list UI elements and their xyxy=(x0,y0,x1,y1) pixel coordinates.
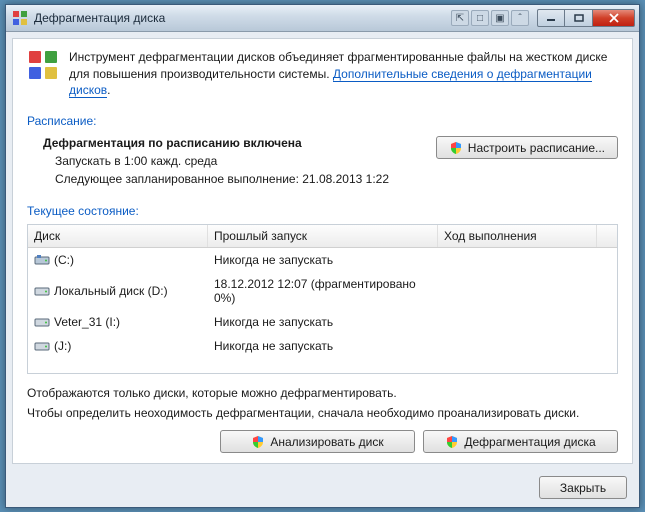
titlebar[interactable]: Дефрагментация диска ⇱ □ ▣ ˆ xyxy=(6,5,639,32)
hdd-icon xyxy=(34,340,50,352)
schedule-next-run: Следующее запланированное выполнение: 21… xyxy=(43,172,426,186)
defrag-label: Дефрагментация диска xyxy=(464,435,595,449)
disk-progress xyxy=(438,313,617,331)
table-row[interactable]: (J:) Никогда не запускать xyxy=(28,334,617,358)
note-line-1: Отображаются только диски, которые можно… xyxy=(27,386,618,400)
disk-progress xyxy=(438,275,617,307)
shield-icon xyxy=(445,435,459,449)
state-label: Текущее состояние: xyxy=(27,204,618,218)
analyze-button[interactable]: Анализировать диск xyxy=(220,430,415,453)
intro-text: Инструмент дефрагментации дисков объедин… xyxy=(69,49,618,98)
table-row[interactable]: (C:) Никогда не запускать xyxy=(28,248,617,272)
defrag-window: Дефрагментация диска ⇱ □ ▣ ˆ Инструмент … xyxy=(5,4,640,508)
schedule-label: Расписание: xyxy=(27,114,618,128)
disk-last-run: Никогда не запускать xyxy=(208,337,438,355)
disk-table: Диск Прошлый запуск Ход выполнения (C:) … xyxy=(27,224,618,374)
hdd-icon xyxy=(34,285,50,297)
extra-button-1[interactable]: ⇱ xyxy=(451,10,469,26)
close-window-button[interactable] xyxy=(593,9,635,27)
col-last-run[interactable]: Прошлый запуск xyxy=(208,225,438,247)
titlebar-extra-buttons: ⇱ □ ▣ ˆ xyxy=(451,10,529,26)
extra-button-3[interactable]: ▣ xyxy=(491,10,509,26)
content-area: Инструмент дефрагментации дисков объедин… xyxy=(12,38,633,464)
disk-progress xyxy=(438,337,617,355)
table-header: Диск Прошлый запуск Ход выполнения xyxy=(28,225,617,248)
disk-last-run: Никогда не запускать xyxy=(208,313,438,331)
col-spacer xyxy=(597,225,617,247)
schedule-info: Дефрагментация по расписанию включена За… xyxy=(43,136,426,190)
window-control-buttons xyxy=(537,9,635,27)
defrag-app-icon xyxy=(12,10,28,26)
disk-name: Veter_31 (I:) xyxy=(54,315,120,329)
footer: Закрыть xyxy=(6,470,639,507)
extra-button-2[interactable]: □ xyxy=(471,10,489,26)
intro-section: Инструмент дефрагментации дисков объедин… xyxy=(27,49,618,98)
disk-name: (J:) xyxy=(54,339,71,353)
table-body: (C:) Никогда не запускать Локальный диск… xyxy=(28,248,617,358)
schedule-box: Дефрагментация по расписанию включена За… xyxy=(27,134,618,200)
table-row[interactable]: Локальный диск (D:) 18.12.2012 12:07 (фр… xyxy=(28,272,617,310)
table-row[interactable]: Veter_31 (I:) Никогда не запускать xyxy=(28,310,617,334)
schedule-status: Дефрагментация по расписанию включена xyxy=(43,136,426,150)
schedule-run-at: Запускать в 1:00 кажд. среда xyxy=(43,154,426,168)
maximize-button[interactable] xyxy=(565,9,593,27)
analyze-label: Анализировать диск xyxy=(270,435,383,449)
shield-icon xyxy=(449,141,463,155)
configure-schedule-button[interactable]: Настроить расписание... xyxy=(436,136,618,159)
disk-last-run: 18.12.2012 12:07 (фрагментировано 0%) xyxy=(208,275,438,307)
disk-progress xyxy=(438,251,617,269)
col-progress[interactable]: Ход выполнения xyxy=(438,225,597,247)
defrag-button[interactable]: Дефрагментация диска xyxy=(423,430,618,453)
defrag-large-icon xyxy=(27,49,59,81)
hdd-icon xyxy=(34,316,50,328)
shield-icon xyxy=(251,435,265,449)
intro-text-after: . xyxy=(107,83,110,97)
action-buttons: Анализировать диск Дефрагментация диска xyxy=(27,430,618,453)
disk-name: (C:) xyxy=(54,253,74,267)
window-title: Дефрагментация диска xyxy=(34,11,451,25)
minimize-button[interactable] xyxy=(537,9,565,27)
configure-schedule-label: Настроить расписание... xyxy=(468,141,605,155)
close-label: Закрыть xyxy=(560,481,606,495)
close-button[interactable]: Закрыть xyxy=(539,476,627,499)
system-drive-icon xyxy=(34,254,50,266)
col-disk[interactable]: Диск xyxy=(28,225,208,247)
note-line-2: Чтобы определить неоходимость дефрагмент… xyxy=(27,406,618,420)
disk-last-run: Никогда не запускать xyxy=(208,251,438,269)
disk-name: Локальный диск (D:) xyxy=(54,284,168,298)
extra-button-4[interactable]: ˆ xyxy=(511,10,529,26)
